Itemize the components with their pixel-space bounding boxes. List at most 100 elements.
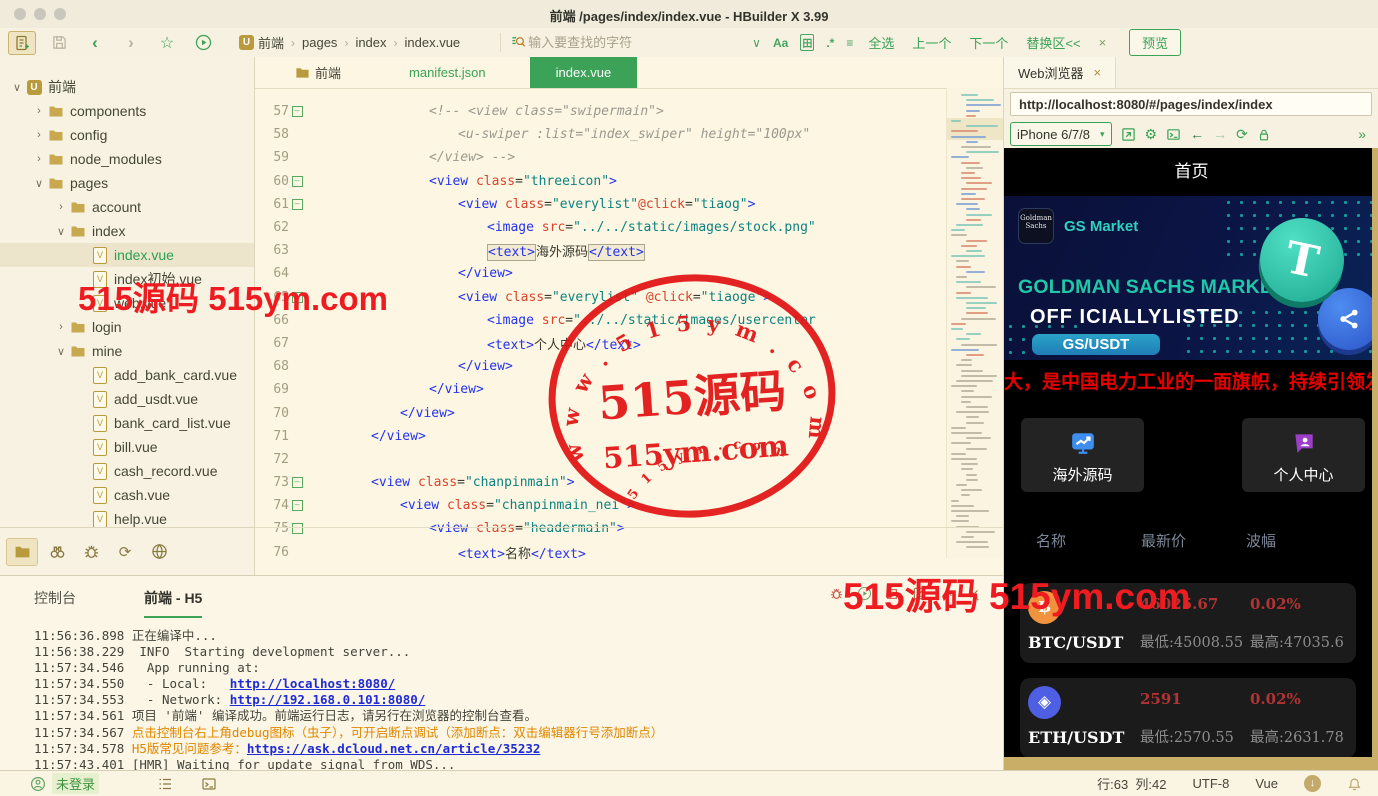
log-link[interactable]: http://localhost:8080/ — [230, 676, 396, 691]
line-number[interactable]: 70 — [255, 406, 289, 421]
tree-item-mine[interactable]: ∨ mine — [0, 339, 254, 363]
chevron-down-icon[interactable]: ∨ — [10, 81, 24, 94]
save-icon[interactable] — [46, 32, 72, 54]
settings-gear-icon[interactable]: ⚙ — [1145, 126, 1158, 143]
chevron-right-icon[interactable]: › — [32, 153, 46, 165]
search-action-link[interactable]: 全选 — [868, 33, 894, 52]
console-tab[interactable]: 控制台 — [34, 588, 76, 618]
line-number[interactable]: 60 — [255, 174, 289, 189]
update-download-icon[interactable]: ↓ — [1304, 775, 1321, 792]
tree-item-index[interactable]: ∨ index — [0, 219, 254, 243]
lock-icon[interactable] — [1257, 126, 1271, 142]
search-action-link[interactable]: 上一个 — [912, 33, 951, 52]
search-action-link[interactable]: 替换区<< — [1026, 33, 1080, 52]
tree-item-cash_record-vue[interactable]: Vcash_record.vue — [0, 459, 254, 483]
market-row-eth[interactable]: ◈ ETH/USDT 2591 0.02% 最低:2570.55 最高:2631.78 — [1020, 678, 1356, 758]
code-line[interactable]: 59 </view> --> — [255, 146, 947, 169]
tree-item-node_modules[interactable]: › node_modules — [0, 147, 254, 171]
tree-item-config[interactable]: › config — [0, 123, 254, 147]
tree-item---[interactable]: ∨ U 前端 — [0, 75, 254, 99]
notification-bell-icon[interactable] — [1347, 775, 1362, 791]
promo-banner[interactable]: Goldman Sachs GS Market GOLDMAN SACHS MA… — [1004, 196, 1372, 360]
account-icon[interactable] — [30, 776, 46, 792]
favorite-star-icon[interactable]: ☆ — [154, 32, 180, 54]
line-number[interactable]: 74 — [255, 498, 289, 513]
code-line[interactable]: 62 <image src="../../static/images/stock.… — [255, 216, 947, 239]
chevron-down-icon[interactable]: ∨ — [54, 225, 68, 238]
code-line[interactable]: 57– <!-- <view class="swipermain"> — [255, 100, 947, 123]
line-number[interactable]: 63 — [255, 243, 289, 258]
browser-back-icon[interactable]: ← — [1190, 126, 1204, 142]
new-file-icon[interactable] — [8, 30, 36, 55]
breadcrumb-item[interactable]: index — [355, 35, 386, 50]
debug-bug-icon[interactable] — [829, 586, 844, 601]
devtools-terminal-icon[interactable] — [1166, 126, 1181, 143]
chevron-right-icon[interactable]: › — [54, 321, 68, 333]
line-number[interactable]: 73 — [255, 475, 289, 490]
browser-refresh-icon[interactable]: ⟳ — [1236, 126, 1248, 143]
fold-marker[interactable]: – — [289, 477, 305, 489]
gs-usdt-button[interactable]: GS/USDT — [1032, 334, 1160, 355]
fold-marker[interactable]: – — [289, 106, 305, 118]
more-tools-icon[interactable]: » — [1358, 126, 1366, 142]
preview-button[interactable]: 预览 — [1129, 29, 1182, 56]
log-link[interactable]: http://192.168.0.101:8080/ — [230, 692, 426, 707]
code-line[interactable]: 60– <view class="threeicon"> — [255, 170, 947, 193]
code-line[interactable]: 63 <text>海外源码</text> — [255, 239, 947, 262]
chevron-right-icon[interactable]: › — [32, 105, 46, 117]
tree-item-pages[interactable]: ∨ pages — [0, 171, 254, 195]
multiline-icon[interactable]: ≡ — [846, 36, 853, 50]
preview-vertical-scrollbar[interactable] — [1372, 148, 1378, 757]
back-icon[interactable]: ‹ — [82, 32, 108, 54]
device-select[interactable]: iPhone 6/7/8 ▾ — [1010, 122, 1112, 146]
preview-horizontal-scrollbar[interactable] — [1004, 757, 1378, 770]
tree-item-add_usdt-vue[interactable]: Vadd_usdt.vue — [0, 387, 254, 411]
match-case-icon[interactable]: Aa — [773, 36, 788, 50]
shortcut-user-center[interactable]: 个人中心 — [1242, 418, 1365, 492]
line-number[interactable]: 69 — [255, 382, 289, 397]
chevron-down-icon[interactable]: ∨ — [54, 345, 68, 358]
search-box[interactable] — [511, 34, 746, 51]
regex-icon[interactable]: .* — [826, 36, 834, 50]
tree-item-add_bank_card-vue[interactable]: Vadd_bank_card.vue — [0, 363, 254, 387]
search-close-icon[interactable]: × — [1099, 35, 1107, 50]
line-number[interactable]: 57 — [255, 104, 289, 119]
fold-marker[interactable]: – — [289, 500, 305, 512]
tree-item-index-vue[interactable]: Vindex.vue — [0, 243, 254, 267]
shortcut-overseas-source[interactable]: 海外源码 — [1021, 418, 1144, 492]
line-number[interactable]: 59 — [255, 150, 289, 165]
fold-marker[interactable]: – — [289, 198, 305, 210]
search-action-link[interactable]: 下一个 — [969, 33, 1008, 52]
line-number[interactable]: 62 — [255, 220, 289, 235]
tree-item-account[interactable]: › account — [0, 195, 254, 219]
whole-word-icon[interactable]: 田 — [800, 34, 815, 51]
tree-item-components[interactable]: › components — [0, 99, 254, 123]
files-panel-icon[interactable] — [6, 537, 38, 566]
code-line[interactable]: 58 <u-swiper :list="index_swiper" height=… — [255, 123, 947, 146]
tree-item-bank_card_list-vue[interactable]: Vbank_card_list.vue — [0, 411, 254, 435]
login-status[interactable]: 未登录 — [52, 773, 100, 794]
tab-index-vue[interactable]: index.vue — [529, 57, 638, 88]
encoding-indicator[interactable]: UTF-8 — [1193, 776, 1230, 791]
browser-tab[interactable]: Web浏览器 × — [1004, 57, 1117, 88]
chevron-right-icon[interactable]: › — [32, 129, 46, 141]
tree-item-cash-vue[interactable]: Vcash.vue — [0, 483, 254, 507]
search-panel-icon[interactable] — [42, 539, 72, 565]
debug-panel-icon[interactable] — [76, 539, 106, 565]
line-number[interactable]: 58 — [255, 127, 289, 142]
chevron-down-icon[interactable]: ∨ — [32, 177, 46, 190]
announcement-marquee[interactable]: 大，是中国电力工业的一面旗帜，持续引领发电行 — [1004, 360, 1372, 404]
filetype-indicator[interactable]: Vue — [1255, 776, 1278, 791]
code-line[interactable]: 61– <view class="everylist"@click="tiaog"… — [255, 193, 947, 216]
fold-marker[interactable]: – — [289, 175, 305, 187]
breadcrumb-item[interactable]: index.vue — [405, 35, 461, 50]
chevron-right-icon[interactable]: › — [54, 201, 68, 213]
outline-list-icon[interactable] — [157, 776, 173, 792]
browser-panel-icon[interactable] — [144, 539, 174, 565]
line-number[interactable]: 67 — [255, 336, 289, 351]
tab-manifest-json[interactable]: manifest.json — [383, 57, 512, 88]
refresh-panel-icon[interactable]: ⟳ — [110, 539, 140, 565]
line-number[interactable]: 72 — [255, 452, 289, 467]
log-link[interactable]: https://ask.dcloud.net.cn/article/35232 — [247, 741, 541, 756]
cursor-position[interactable]: 行:63 列:42 — [1097, 774, 1166, 793]
